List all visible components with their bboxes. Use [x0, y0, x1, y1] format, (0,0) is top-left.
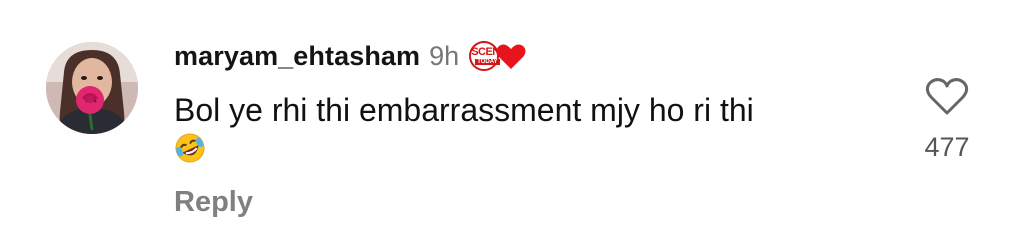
scen-today-badge: SCEN TODAY: [469, 39, 529, 73]
avatar[interactable]: [46, 42, 138, 134]
comment-item: maryam_ehtasham 9h SCEN TODAY Bol ye rhi…: [0, 0, 1024, 241]
like-count: 477: [924, 132, 970, 162]
comment-text: Bol ye rhi thi embarrassment mjy ho ri t…: [174, 90, 874, 173]
comment-body: maryam_ehtasham 9h SCEN TODAY Bol ye rhi…: [174, 36, 874, 173]
comment-meta: maryam_ehtasham 9h SCEN TODAY: [174, 36, 874, 76]
timestamp: 9h: [429, 40, 460, 71]
comment-text-body: Bol ye rhi thi embarrassment mjy ho ri t…: [174, 92, 754, 128]
reply-button[interactable]: Reply: [174, 186, 253, 219]
username[interactable]: maryam_ehtasham: [174, 41, 420, 72]
avatar-image: [46, 42, 138, 134]
red-heart-icon: [496, 44, 526, 69]
rofl-emoji-icon: [175, 133, 205, 163]
heart-outline-icon[interactable]: [925, 76, 969, 116]
like-section: 477: [916, 76, 978, 163]
